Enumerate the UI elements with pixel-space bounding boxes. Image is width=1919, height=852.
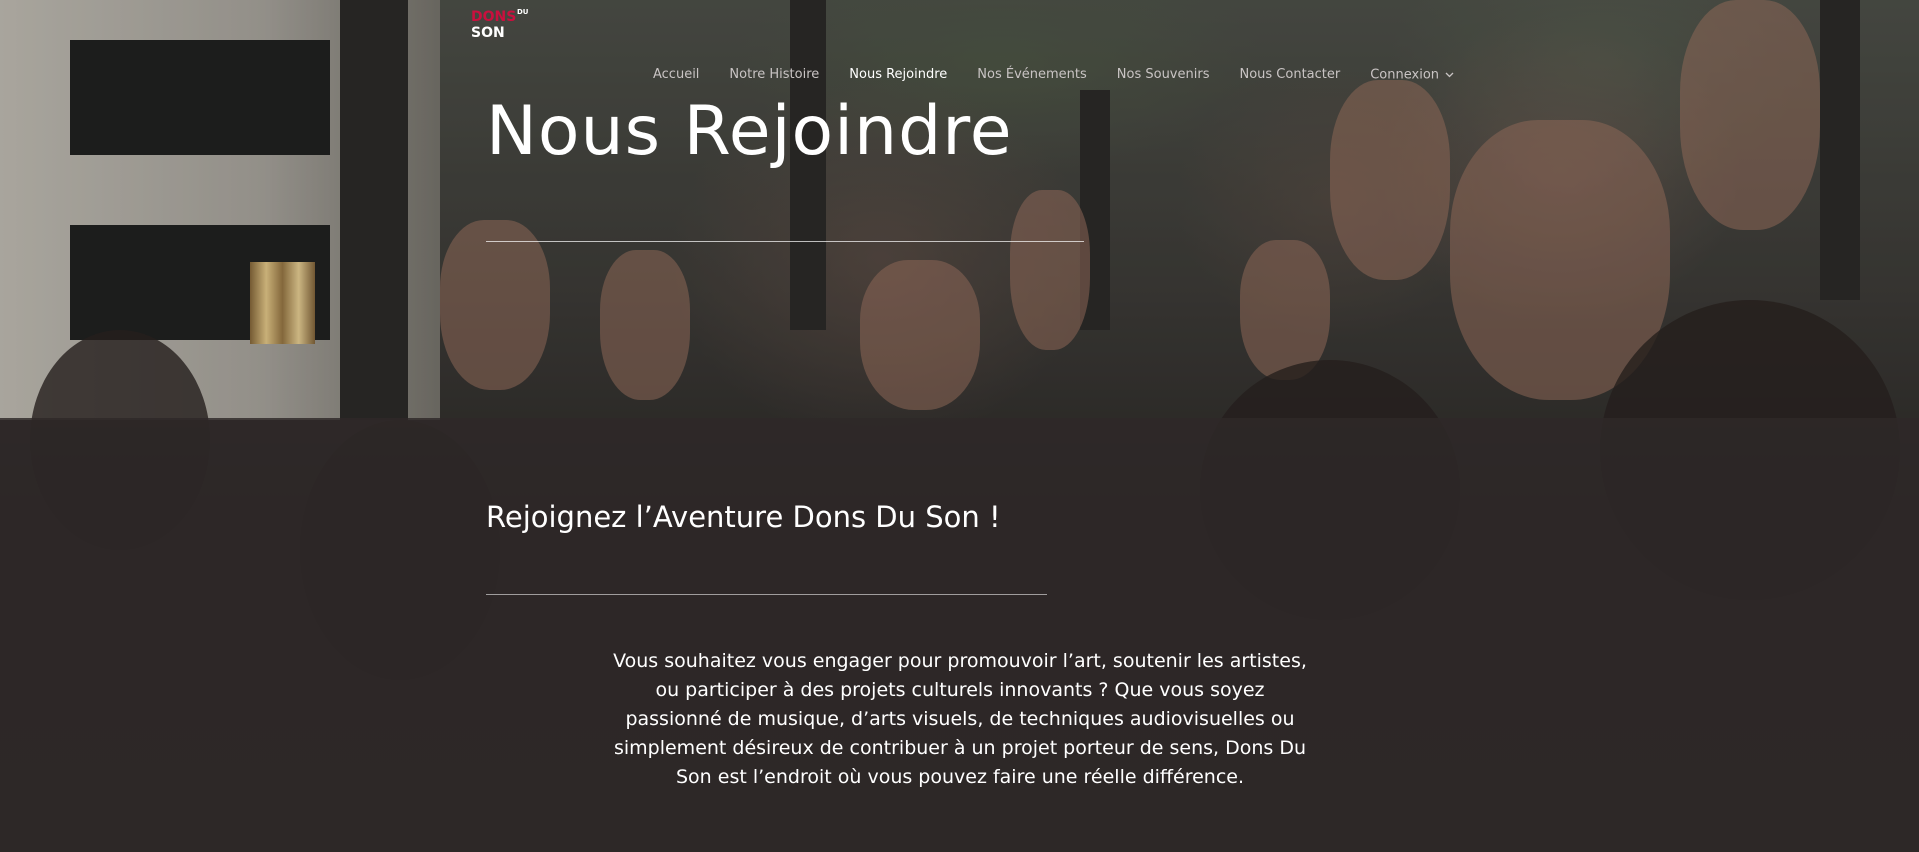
nav-nous-rejoindre[interactable]: Nous Rejoindre (849, 64, 947, 86)
title-divider (486, 241, 1084, 242)
logo-line1: DONS (471, 9, 516, 25)
main-navigation: Accueil Notre Histoire Nous Rejoindre No… (653, 64, 1484, 86)
chevron-down-icon (1445, 64, 1454, 86)
nav-notre-histoire[interactable]: Notre Histoire (729, 64, 819, 86)
site-logo[interactable]: DONS DU SON (471, 6, 541, 40)
nav-nous-contacter[interactable]: Nous Contacter (1239, 64, 1340, 86)
nav-nos-evenements[interactable]: Nos Événements (977, 64, 1087, 86)
logo-line2: SON (471, 25, 505, 40)
section-divider (486, 594, 1047, 595)
nav-accueil[interactable]: Accueil (653, 64, 699, 86)
logo-small: DU (517, 8, 529, 16)
nav-connexion-label: Connexion (1370, 67, 1440, 83)
nav-nos-souvenirs[interactable]: Nos Souvenirs (1117, 64, 1210, 86)
section-paragraph: Vous souhaitez vous engager pour promouv… (613, 650, 1307, 788)
section-heading: Rejoignez l’Aventure Dons Du Son ! (486, 500, 1001, 534)
page-title: Nous Rejoindre (486, 92, 1013, 171)
nav-connexion[interactable]: Connexion (1370, 64, 1454, 87)
